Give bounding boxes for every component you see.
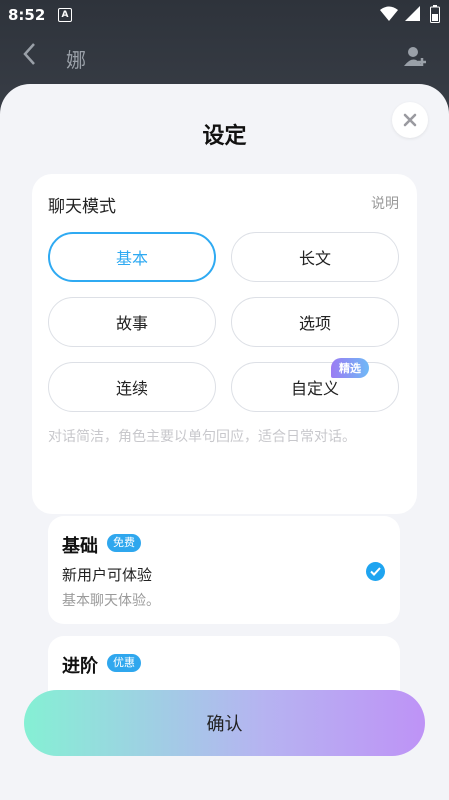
mode-basic-button[interactable]: 基本 <box>48 232 216 282</box>
status-time: 8:52 <box>8 6 46 24</box>
mode-options-button[interactable]: 选项 <box>231 297 399 347</box>
notification-app-icon: A <box>58 8 72 22</box>
mode-continuous-button[interactable]: 连续 <box>48 362 216 412</box>
mode-description: 对话简洁，角色主要以单句回应，适合日常对话。 <box>48 429 356 445</box>
mode-custom-button[interactable]: 自定义 <box>231 362 399 412</box>
chat-mode-label: 聊天模式 <box>48 197 116 217</box>
sheet-title: 设定 <box>202 124 247 149</box>
confirm-button[interactable]: 确认 <box>24 690 425 756</box>
settings-sheet: 设定 聊天模式 说明 基本 长文 故事 选项 连续 自定义 对话简洁，角色主要以… <box>0 84 449 800</box>
chat-mode-card: 聊天模式 说明 基本 长文 故事 选项 连续 自定义 对话简洁，角色主要以单句回… <box>32 174 417 514</box>
add-user-icon[interactable] <box>402 44 428 74</box>
back-arrow-icon[interactable] <box>22 42 36 73</box>
explain-link[interactable]: 说明 <box>371 193 399 213</box>
tier-title: 基础 <box>62 536 98 557</box>
mode-story-button[interactable]: 故事 <box>48 297 216 347</box>
check-icon <box>366 562 385 581</box>
chat-header: 娜 <box>0 38 449 78</box>
character-name: 娜 <box>66 48 86 72</box>
featured-badge: 精选 <box>331 358 369 378</box>
battery-icon <box>430 5 440 27</box>
tier-tag-badge: 免费 <box>107 534 141 552</box>
wifi-icon <box>380 6 398 26</box>
mode-longtext-button[interactable]: 长文 <box>231 232 399 282</box>
tier-title: 进阶 <box>62 656 98 677</box>
tier-subtitle: 新用户可体验 <box>62 566 153 584</box>
tier-basic-card[interactable]: 基础 免费 新用户可体验 基本聊天体验。 <box>48 516 400 624</box>
tier-tag-badge: 优惠 <box>107 654 141 672</box>
close-button[interactable] <box>392 102 428 138</box>
signal-icon <box>405 6 421 26</box>
status-bar: 8:52 A <box>0 0 449 30</box>
close-icon <box>403 113 417 127</box>
tier-description: 基本聊天体验。 <box>62 593 160 609</box>
